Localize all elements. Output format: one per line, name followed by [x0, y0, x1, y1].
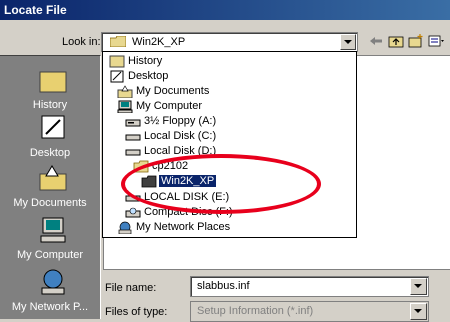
dropdown-item-label: My Network Places — [136, 221, 231, 233]
window-title: Locate File — [4, 3, 67, 17]
history-icon — [39, 71, 67, 93]
look-in-combo[interactable]: Win2K_XP — [101, 32, 358, 52]
file-name-value: slabbus.inf — [197, 280, 250, 292]
dropdown-item-label: My Documents — [136, 85, 210, 97]
highlight-annotation-oval — [121, 154, 321, 214]
desktop-icon — [110, 70, 124, 83]
file-type-label: Files of type: — [105, 306, 168, 318]
title-bar: Locate File — [0, 0, 450, 20]
desktop-icon — [41, 115, 65, 139]
dropdown-item-label: History — [128, 55, 163, 67]
cd-drive-icon — [125, 207, 141, 218]
place-my-documents-label: My Documents — [13, 197, 87, 209]
history-icon — [109, 55, 125, 68]
dropdown-item-label: Local Disk (C:) — [144, 130, 217, 142]
file-type-select[interactable]: Setup Information (*.inf) — [190, 301, 429, 322]
look-in-dropdown-button[interactable] — [340, 34, 356, 50]
my-documents-icon — [39, 165, 67, 191]
folder-icon — [110, 36, 126, 47]
look-in-value: Win2K_XP — [132, 36, 186, 48]
my-computer-icon — [117, 100, 133, 113]
places-bar: History Desktop My Documents My Computer… — [0, 55, 101, 319]
new-folder-icon[interactable] — [408, 34, 424, 48]
network-places-icon — [118, 221, 132, 234]
dropdown-item-label: 3½ Floppy (A:) — [144, 115, 217, 127]
place-desktop-label: Desktop — [29, 147, 71, 159]
place-my-computer-label: My Computer — [16, 249, 84, 261]
place-my-network-label: My Network P... — [11, 301, 89, 313]
hard-drive-icon — [125, 149, 141, 156]
look-in-label: Look in: — [62, 36, 101, 48]
floppy-drive-icon — [125, 119, 141, 127]
dropdown-item-label: Desktop — [128, 70, 169, 82]
file-name-input[interactable]: slabbus.inf — [190, 276, 429, 297]
network-icon — [41, 269, 65, 295]
back-icon[interactable] — [368, 34, 384, 48]
place-history-label: History — [32, 99, 68, 111]
file-name-label: File name: — [105, 282, 157, 294]
file-type-value: Setup Information (*.inf) — [197, 305, 314, 317]
hard-drive-icon — [125, 134, 141, 141]
view-menu-icon[interactable] — [428, 34, 444, 48]
my-computer-icon — [40, 217, 66, 243]
file-name-dropdown-button[interactable] — [410, 278, 427, 295]
up-folder-icon[interactable] — [388, 34, 404, 48]
file-type-dropdown-button[interactable] — [410, 303, 427, 320]
dropdown-item-label: My Computer — [136, 100, 203, 112]
my-documents-icon — [117, 85, 133, 98]
